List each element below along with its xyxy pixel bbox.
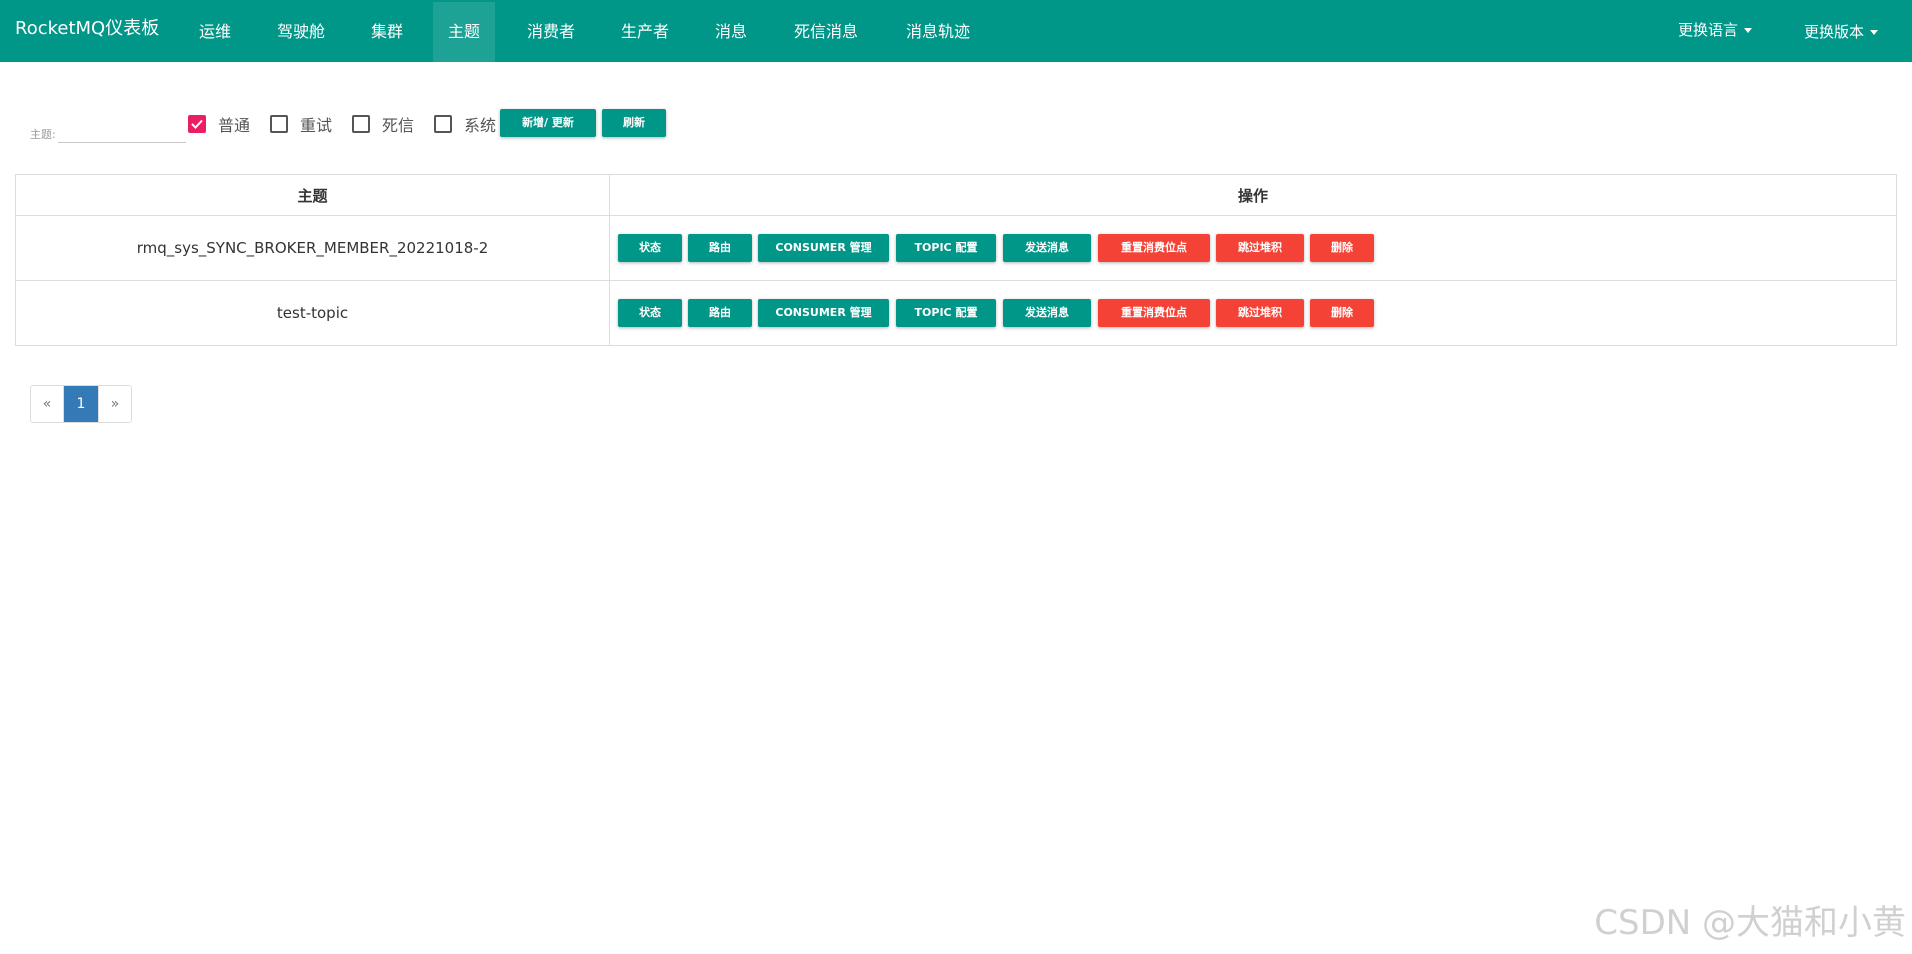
checkbox-normal-label: 普通 bbox=[218, 116, 251, 135]
send-message-button[interactable]: 发送消息 bbox=[1003, 234, 1091, 262]
unchecked-checkbox-icon bbox=[434, 115, 452, 133]
pagination-next[interactable]: » bbox=[98, 386, 131, 422]
column-header-operations: 操作 bbox=[1237, 186, 1268, 205]
status-button[interactable]: 状态 bbox=[618, 299, 682, 327]
skip-backlog-button[interactable]: 跳过堆积 bbox=[1216, 234, 1304, 262]
consumer-manage-button[interactable]: CONSUMER 管理 bbox=[758, 299, 889, 327]
send-message-button[interactable]: 发送消息 bbox=[1003, 299, 1091, 327]
operations-cell: 状态 路由 CONSUMER 管理 TOPIC 配置 发送消息 重置消费位点 跳… bbox=[610, 281, 1896, 345]
refresh-button[interactable]: 刷新 bbox=[602, 109, 666, 137]
topic-name-cell: test-topic bbox=[16, 281, 610, 345]
skip-backlog-button[interactable]: 跳过堆积 bbox=[1216, 299, 1304, 327]
watermark: CSDN @大猫和小黄 bbox=[1594, 903, 1906, 943]
brand-logo[interactable]: RocketMQ仪表板 bbox=[15, 0, 159, 58]
topic-name-cell: rmq_sys_SYNC_BROKER_MEMBER_20221018-2 bbox=[16, 216, 610, 280]
pagination: « 1 » bbox=[30, 385, 132, 423]
operations-cell: 状态 路由 CONSUMER 管理 TOPIC 配置 发送消息 重置消费位点 跳… bbox=[610, 216, 1896, 280]
table-row: test-topic 状态 路由 CONSUMER 管理 TOPIC 配置 发送… bbox=[16, 280, 1896, 345]
nav-item-topic[interactable]: 主题 bbox=[433, 2, 495, 62]
nav-item-cluster[interactable]: 集群 bbox=[354, 2, 420, 62]
topic-config-button[interactable]: TOPIC 配置 bbox=[896, 234, 996, 262]
chevron-down-icon bbox=[1870, 30, 1879, 35]
version-dropdown[interactable]: 更换版本 bbox=[1804, 2, 1879, 62]
checkbox-dlq[interactable]: 死信 bbox=[352, 113, 414, 135]
checkbox-normal[interactable]: 普通 bbox=[188, 113, 250, 135]
unchecked-checkbox-icon bbox=[270, 115, 288, 133]
nav-item-message[interactable]: 消息 bbox=[698, 2, 764, 62]
delete-button[interactable]: 删除 bbox=[1310, 299, 1374, 327]
reset-offset-button[interactable]: 重置消费位点 bbox=[1098, 299, 1210, 327]
consumer-manage-button[interactable]: CONSUMER 管理 bbox=[758, 234, 889, 262]
top-navbar: RocketMQ仪表板 运维 驾驶舱 集群 主题 消费者 生产者 消息 死信消息… bbox=[0, 0, 1912, 62]
table-row: rmq_sys_SYNC_BROKER_MEMBER_20221018-2 状态… bbox=[16, 215, 1896, 280]
pagination-page-current[interactable]: 1 bbox=[63, 386, 98, 422]
nav-item-consumer[interactable]: 消费者 bbox=[510, 2, 592, 62]
route-button[interactable]: 路由 bbox=[688, 234, 752, 262]
checkbox-system-label: 系统 bbox=[464, 116, 497, 135]
nav-item-message-trace[interactable]: 消息轨迹 bbox=[888, 2, 988, 62]
topic-config-button[interactable]: TOPIC 配置 bbox=[896, 299, 996, 327]
delete-button[interactable]: 删除 bbox=[1310, 234, 1374, 262]
route-button[interactable]: 路由 bbox=[688, 299, 752, 327]
language-label: 更换语言 bbox=[1678, 21, 1739, 39]
topic-filter-label: 主题: bbox=[30, 128, 56, 141]
pagination-prev[interactable]: « bbox=[31, 386, 63, 422]
language-dropdown[interactable]: 更换语言 bbox=[1678, 0, 1753, 60]
unchecked-checkbox-icon bbox=[352, 115, 370, 133]
reset-offset-button[interactable]: 重置消费位点 bbox=[1098, 234, 1210, 262]
status-button[interactable]: 状态 bbox=[618, 234, 682, 262]
checkbox-dlq-label: 死信 bbox=[382, 116, 415, 135]
nav-item-dashboard[interactable]: 驾驶舱 bbox=[262, 2, 340, 62]
checked-checkbox-icon bbox=[188, 115, 206, 133]
table-header-row: 主题 操作 bbox=[16, 175, 1896, 215]
topic-table: 主题 操作 rmq_sys_SYNC_BROKER_MEMBER_2022101… bbox=[15, 174, 1897, 346]
checkbox-retry[interactable]: 重试 bbox=[270, 113, 332, 135]
checkbox-system[interactable]: 系统 bbox=[434, 113, 496, 135]
column-header-topic: 主题 bbox=[16, 175, 610, 215]
checkbox-retry-label: 重试 bbox=[300, 116, 333, 135]
nav-item-producer[interactable]: 生产者 bbox=[604, 2, 686, 62]
chevron-down-icon bbox=[1744, 28, 1753, 33]
nav-item-ops[interactable]: 运维 bbox=[182, 2, 248, 62]
add-update-button[interactable]: 新增/ 更新 bbox=[500, 109, 596, 137]
version-label: 更换版本 bbox=[1804, 23, 1865, 41]
nav-item-dlq-message[interactable]: 死信消息 bbox=[776, 2, 876, 62]
topic-search-input[interactable] bbox=[58, 112, 186, 143]
